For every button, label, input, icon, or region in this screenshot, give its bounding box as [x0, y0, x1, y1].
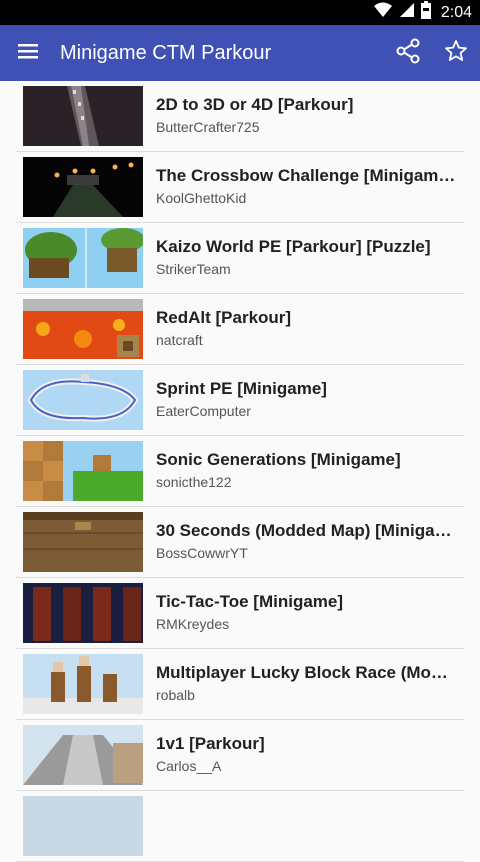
menu-button[interactable]	[0, 25, 56, 81]
signal-icon	[399, 2, 415, 23]
menu-icon	[18, 43, 38, 64]
list-item[interactable]: 30 Seconds (Modded Map) [Miniga… BossCow…	[16, 507, 464, 578]
list-item[interactable]: The Crossbow Challenge [Minigam… KoolGhe…	[16, 152, 464, 223]
item-author: RMKreydes	[156, 616, 230, 632]
app-title: Minigame CTM Parkour	[60, 41, 272, 64]
list-item[interactable]: Tic-Tac-Toe [Minigame] RMKreydes	[16, 578, 464, 649]
item-author: KoolGhettoKid	[156, 190, 247, 206]
item-author: sonicthe122	[156, 474, 232, 490]
map-thumbnail	[23, 86, 143, 146]
map-thumbnail	[23, 299, 143, 359]
wifi-icon	[373, 2, 393, 23]
item-author: robalb	[156, 687, 195, 703]
list-item[interactable]: 1v1 [Parkour] Carlos__A	[16, 720, 464, 791]
list-item[interactable]: RedAlt [Parkour] natcraft	[16, 294, 464, 365]
item-title: Multiplayer Lucky Block Race (Mo…	[156, 663, 448, 682]
item-title: RedAlt [Parkour]	[156, 308, 292, 327]
map-list: 2D to 3D or 4D [Parkour] ButterCrafter72…	[0, 81, 480, 862]
item-author: StrikerTeam	[156, 261, 231, 277]
item-title: 2D to 3D or 4D [Parkour]	[156, 95, 354, 114]
list-item[interactable]: 2D to 3D or 4D [Parkour] ButterCrafter72…	[16, 81, 464, 152]
map-thumbnail	[23, 725, 143, 785]
item-author: EaterComputer	[156, 403, 251, 419]
item-author: Carlos__A	[156, 758, 222, 774]
status-bar: 2:04	[0, 0, 480, 25]
favorite-button[interactable]	[432, 25, 480, 81]
map-thumbnail	[23, 512, 143, 572]
battery-icon	[420, 1, 431, 24]
map-thumbnail	[23, 796, 143, 856]
status-time: 2:04	[440, 3, 472, 21]
list-item[interactable]	[16, 791, 464, 862]
item-title: Kaizo World PE [Parkour] [Puzzle]	[156, 237, 431, 256]
item-title: Tic-Tac-Toe [Minigame]	[156, 592, 344, 611]
map-thumbnail	[23, 228, 143, 288]
share-button[interactable]	[384, 25, 432, 81]
list-item[interactable]: Kaizo World PE [Parkour] [Puzzle] Strike…	[16, 223, 464, 294]
list-item[interactable]: Multiplayer Lucky Block Race (Mo… robalb	[16, 649, 464, 720]
item-author: ButterCrafter725	[156, 119, 260, 135]
map-thumbnail	[23, 370, 143, 430]
item-title: The Crossbow Challenge [Minigam…	[156, 166, 456, 185]
item-title: Sonic Generations [Minigame]	[156, 450, 401, 469]
list-item[interactable]: Sprint PE [Minigame] EaterComputer	[16, 365, 464, 436]
item-title: Sprint PE [Minigame]	[156, 379, 327, 398]
list-item[interactable]: Sonic Generations [Minigame] sonicthe122	[16, 436, 464, 507]
map-thumbnail	[23, 157, 143, 217]
item-author: BossCowwrYT	[156, 545, 248, 561]
app-bar: Minigame CTM Parkour	[0, 25, 480, 81]
map-thumbnail	[23, 654, 143, 714]
star-icon	[444, 39, 468, 68]
item-title: 30 Seconds (Modded Map) [Miniga…	[156, 521, 452, 540]
map-thumbnail	[23, 441, 143, 501]
share-icon	[395, 38, 421, 69]
item-author: natcraft	[156, 332, 203, 348]
item-title: 1v1 [Parkour]	[156, 734, 265, 753]
map-thumbnail	[23, 583, 143, 643]
